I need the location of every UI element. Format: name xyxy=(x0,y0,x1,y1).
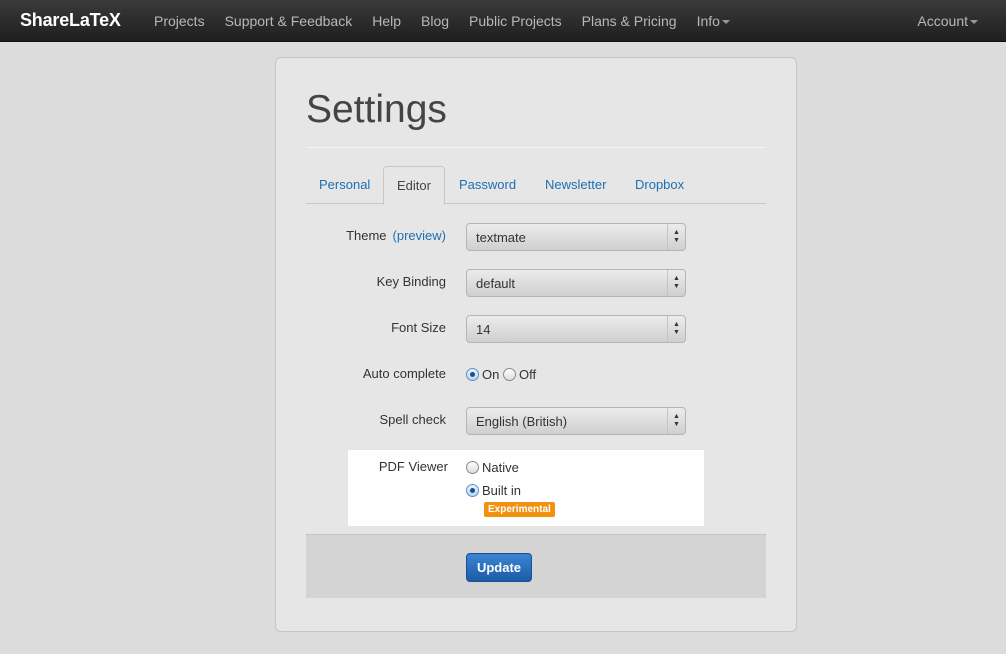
nav-projects[interactable]: Projects xyxy=(144,0,215,42)
key-binding-select[interactable]: default ▲ ▼ xyxy=(466,269,686,297)
auto-complete-row: Auto complete On Off xyxy=(306,359,766,389)
nav-support[interactable]: Support & Feedback xyxy=(215,0,363,42)
theme-label: Theme xyxy=(346,228,387,243)
tab-password[interactable]: Password xyxy=(446,166,529,204)
pdf-viewer-section: PDF Viewer Native Built in Experimental xyxy=(348,450,704,526)
pdf-native-radio[interactable] xyxy=(466,461,479,475)
spell-check-row: Spell check English (British) ▲ ▼ xyxy=(306,405,766,435)
updown-arrows-icon: ▲ ▼ xyxy=(667,316,685,342)
auto-complete-on-label: On xyxy=(482,367,500,383)
auto-complete-off-radio[interactable] xyxy=(502,368,516,382)
settings-panel: Settings Personal Editor Password Newsle… xyxy=(275,57,797,632)
theme-preview-link[interactable]: (preview) xyxy=(393,228,446,243)
theme-row: Theme (preview) textmate ▲ ▼ xyxy=(306,221,766,251)
spell-check-select[interactable]: English (British) ▲ ▼ xyxy=(466,407,686,435)
nav-blog[interactable]: Blog xyxy=(411,0,459,42)
pdf-viewer-label: PDF Viewer xyxy=(378,459,448,474)
brand-logo[interactable]: ShareLaTeX xyxy=(20,10,121,31)
top-navbar: ShareLaTeX Projects Support & Feedback H… xyxy=(0,0,1006,42)
theme-label-group: Theme (preview) xyxy=(346,228,446,243)
auto-complete-label: Auto complete xyxy=(362,366,446,381)
pdf-native-label: Native xyxy=(482,460,519,476)
spell-check-label: Spell check xyxy=(379,412,446,427)
tab-personal[interactable]: Personal xyxy=(306,166,383,204)
tab-editor[interactable]: Editor xyxy=(383,166,445,205)
pdf-built-in-label: Built in xyxy=(482,483,522,499)
font-size-row: Font Size 14 ▲ ▼ xyxy=(306,313,766,343)
font-size-value: 14 xyxy=(476,322,491,337)
nav-menu: Projects Support & Feedback Help Blog Pu… xyxy=(144,0,740,42)
tab-dropbox[interactable]: Dropbox xyxy=(622,166,697,204)
nav-help[interactable]: Help xyxy=(362,0,411,42)
updown-arrows-icon: ▲ ▼ xyxy=(667,224,685,250)
pdf-built-in-radio[interactable] xyxy=(466,484,479,498)
auto-complete-on-radio[interactable] xyxy=(466,368,479,382)
spell-check-value: English (British) xyxy=(476,414,568,429)
auto-complete-off-label: Off xyxy=(518,367,537,383)
experimental-badge: Experimental xyxy=(484,502,555,517)
page-title: Settings xyxy=(306,88,447,131)
tab-newsletter[interactable]: Newsletter xyxy=(532,166,619,204)
nav-info-dropdown[interactable]: Info xyxy=(687,0,740,42)
nav-public-projects[interactable]: Public Projects xyxy=(459,0,572,42)
updown-arrows-icon: ▲ ▼ xyxy=(667,408,685,434)
update-button[interactable]: Update xyxy=(466,553,532,582)
caret-down-icon xyxy=(721,20,730,25)
theme-select[interactable]: textmate ▲ ▼ xyxy=(466,223,686,251)
theme-value: textmate xyxy=(476,230,526,245)
account-dropdown[interactable]: Account xyxy=(907,0,988,42)
title-divider xyxy=(306,147,766,148)
nav-info-label: Info xyxy=(696,13,720,29)
font-size-label: Font Size xyxy=(391,320,446,335)
key-binding-label: Key Binding xyxy=(376,274,446,289)
caret-down-icon xyxy=(970,20,978,25)
font-size-select[interactable]: 14 ▲ ▼ xyxy=(466,315,686,343)
updown-arrows-icon: ▲ ▼ xyxy=(667,270,685,296)
account-label: Account xyxy=(917,13,968,29)
settings-tabs: Personal Editor Password Newsletter Drop… xyxy=(306,166,766,205)
key-binding-row: Key Binding default ▲ ▼ xyxy=(306,267,766,297)
key-binding-value: default xyxy=(476,276,516,291)
form-footer: Update xyxy=(306,534,766,598)
nav-plans-pricing[interactable]: Plans & Pricing xyxy=(572,0,687,42)
